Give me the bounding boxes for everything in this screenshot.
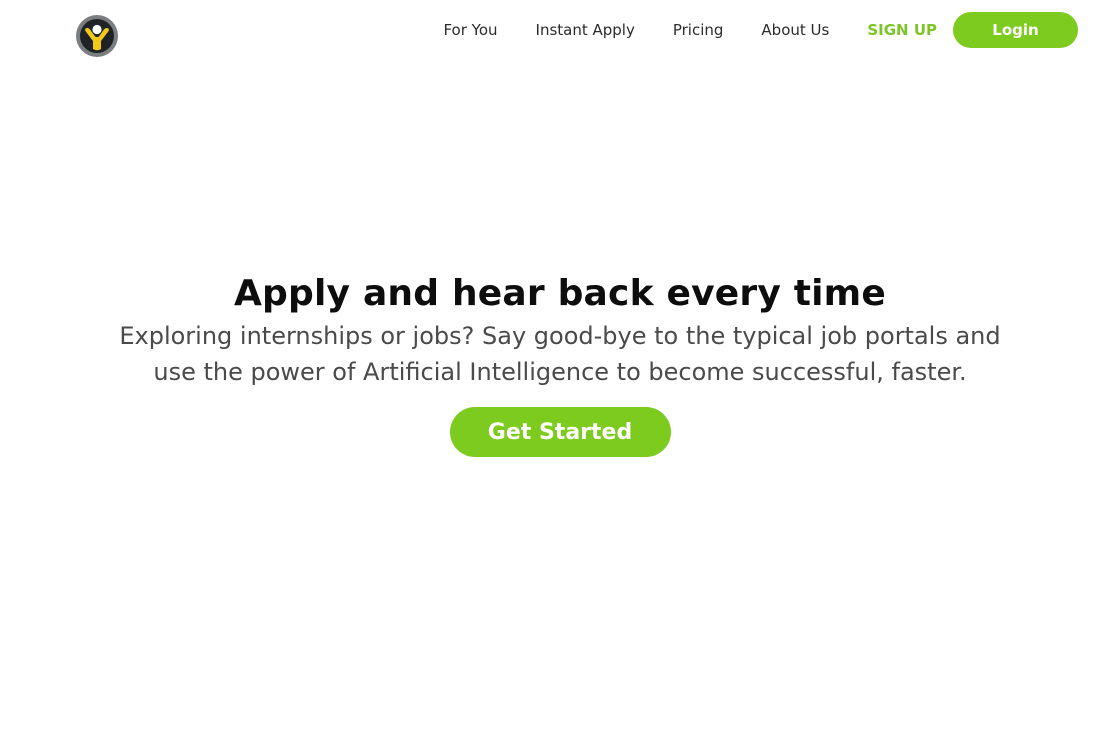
nav-link-for-you[interactable]: For You [443,21,497,39]
nav-link-instant-apply[interactable]: Instant Apply [536,21,635,39]
login-button[interactable]: Login [953,12,1078,48]
hero-title: Apply and hear back every time [234,273,886,314]
brand-logo[interactable] [75,14,119,58]
site-header: For You Instant Apply Pricing About Us S… [0,0,1120,60]
nav-link-pricing[interactable]: Pricing [673,21,724,39]
person-arms-raised-logo-icon [76,15,118,57]
hero-subtitle: Exploring internships or jobs? Say good-… [119,322,1001,386]
hero-section: Apply and hear back every time Exploring… [0,270,1120,457]
main-nav: For You Instant Apply Pricing About Us S… [443,12,1078,48]
nav-link-about-us[interactable]: About Us [761,21,829,39]
get-started-button[interactable]: Get Started [449,407,671,457]
page: For You Instant Apply Pricing About Us S… [0,0,1120,738]
sign-up-link[interactable]: SIGN UP [867,21,937,39]
